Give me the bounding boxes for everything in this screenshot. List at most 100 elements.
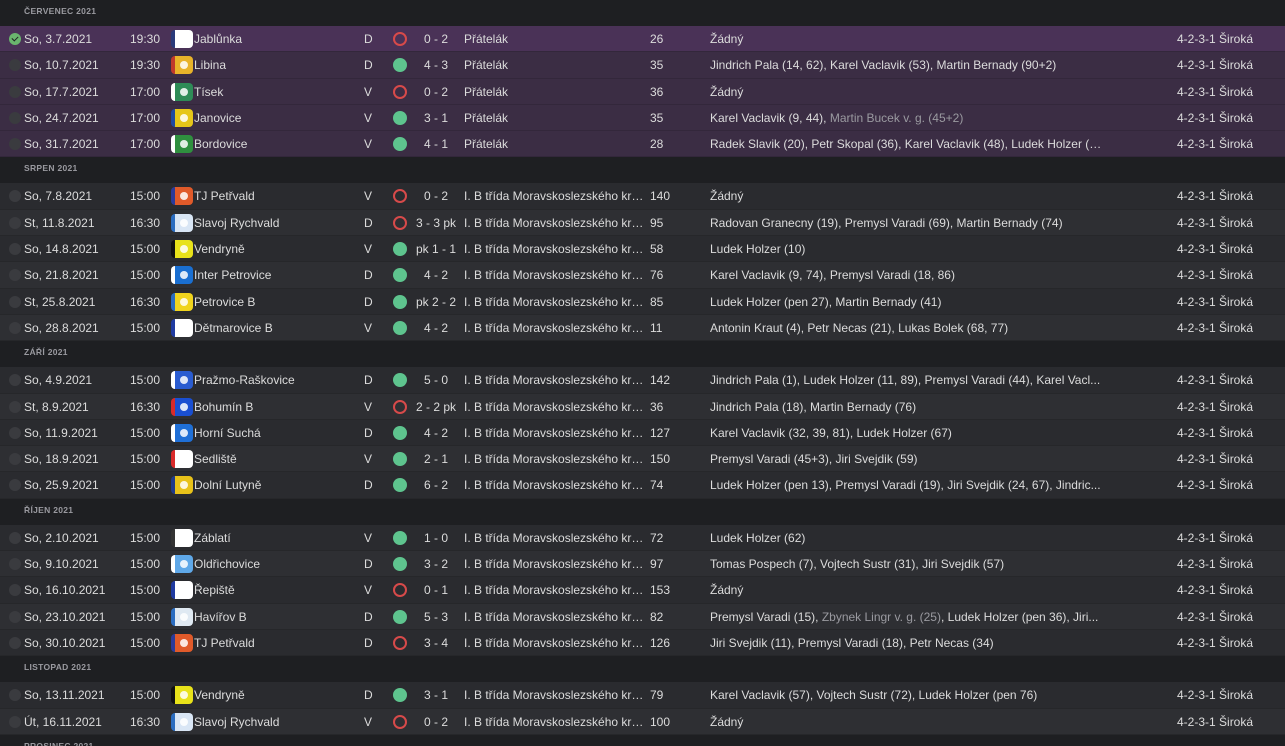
status-check-icon[interactable] xyxy=(9,400,21,413)
opponent-link[interactable]: TJ Petřvald xyxy=(194,183,359,209)
score-link[interactable]: 4 - 2 xyxy=(412,420,460,446)
score-link[interactable]: 4 - 2 xyxy=(412,262,460,288)
opponent-link[interactable]: Dětmarovice B xyxy=(194,315,359,341)
opponent-link[interactable]: Libina xyxy=(194,52,359,78)
competition-link[interactable]: I. B třída Moravskoslezského kra... xyxy=(464,236,648,262)
opponent-link[interactable]: Sedliště xyxy=(194,446,359,472)
competition-link[interactable]: Přátelák xyxy=(464,105,648,131)
competition-link[interactable]: I. B třída Moravskoslezského kra... xyxy=(464,210,648,236)
competition-link[interactable]: Přátelák xyxy=(464,52,648,78)
status-check-icon[interactable] xyxy=(9,243,21,256)
score-link[interactable]: 5 - 0 xyxy=(412,367,460,393)
opponent-link[interactable]: Vendryně xyxy=(194,236,359,262)
fixture-row[interactable]: Út, 16.11.2021 16:30 Slavoj Rychvald V 0 - 2… xyxy=(0,708,1285,735)
opponent-link[interactable]: Janovice xyxy=(194,105,359,131)
competition-link[interactable]: Přátelák xyxy=(464,79,648,105)
fixture-row[interactable]: So, 16.10.2021 15:00 Řepiště V 0 - 1 I. B tří… xyxy=(0,577,1285,604)
competition-link[interactable]: I. B třída Moravskoslezského kra... xyxy=(464,577,648,603)
score-link[interactable]: 0 - 2 xyxy=(412,709,460,735)
status-check-icon[interactable] xyxy=(9,269,21,282)
fixture-row[interactable]: So, 23.10.2021 15:00 Havířov B D 5 - 3 I. B t… xyxy=(0,603,1285,630)
fixture-row[interactable]: So, 17.7.2021 17:00 Tísek V 0 - 2 Přátelák 36 Ž… xyxy=(0,78,1285,105)
opponent-link[interactable]: Tísek xyxy=(194,79,359,105)
competition-link[interactable]: Přátelák xyxy=(464,26,648,52)
fixture-row[interactable]: So, 25.9.2021 15:00 Dolní Lutyně D 6 - 2 I. B… xyxy=(0,472,1285,499)
fixture-row[interactable]: St, 25.8.2021 16:30 Petrovice B Dpk 2 - 2 I.… xyxy=(0,288,1285,315)
status-check-icon[interactable] xyxy=(9,610,21,623)
score-link[interactable]: pk 2 - 2 xyxy=(412,289,460,315)
opponent-link[interactable]: Inter Petrovice xyxy=(194,262,359,288)
competition-link[interactable]: I. B třída Moravskoslezského kra... xyxy=(464,525,648,551)
competition-link[interactable]: I. B třída Moravskoslezského kra... xyxy=(464,420,648,446)
competition-link[interactable]: I. B třída Moravskoslezského kra... xyxy=(464,472,648,498)
opponent-link[interactable]: Záblatí xyxy=(194,525,359,551)
status-check-icon[interactable] xyxy=(9,558,21,571)
fixture-row[interactable]: St, 11.8.2021 16:30 Slavoj Rychvald D 3 - 3 … xyxy=(0,209,1285,237)
status-check-icon[interactable] xyxy=(9,59,21,72)
competition-link[interactable]: I. B třída Moravskoslezského kra... xyxy=(464,709,648,735)
status-check-icon[interactable] xyxy=(9,190,21,203)
score-link[interactable]: 2 - 1 xyxy=(412,446,460,472)
competition-link[interactable]: I. B třída Moravskoslezského kra... xyxy=(464,262,648,288)
score-link[interactable]: 0 - 1 xyxy=(412,577,460,603)
score-link[interactable]: 0 - 2 xyxy=(412,79,460,105)
opponent-link[interactable]: Oldřichovice xyxy=(194,551,359,577)
status-check-icon[interactable] xyxy=(9,584,21,597)
score-link[interactable]: 4 - 3 xyxy=(412,52,460,78)
status-check-icon[interactable] xyxy=(9,479,21,492)
competition-link[interactable]: I. B třída Moravskoslezského kra... xyxy=(464,367,648,393)
fixture-row[interactable]: So, 7.8.2021 15:00 TJ Petřvald V 0 - 2 I. B t… xyxy=(0,183,1285,210)
score-link[interactable]: 3 - 3 pk xyxy=(412,210,460,236)
fixture-row[interactable]: So, 3.7.2021 19:30 Jablůnka D 0 - 2 Přátelák 2… xyxy=(0,26,1285,53)
fixture-row[interactable]: So, 31.7.2021 17:00 Bordovice V 4 - 1 Přátelá… xyxy=(0,131,1285,158)
score-link[interactable]: 0 - 2 xyxy=(412,26,460,52)
score-link[interactable]: 4 - 1 xyxy=(412,131,460,157)
status-check-icon[interactable] xyxy=(9,295,21,308)
competition-link[interactable]: I. B třída Moravskoslezského kra... xyxy=(464,630,648,656)
status-check-icon[interactable] xyxy=(9,531,21,544)
opponent-link[interactable]: TJ Petřvald xyxy=(194,630,359,656)
score-link[interactable]: 3 - 1 xyxy=(412,682,460,708)
competition-link[interactable]: I. B třída Moravskoslezského kra... xyxy=(464,551,648,577)
fixture-row[interactable]: So, 11.9.2021 15:00 Horní Suchá D 4 - 2 I. B … xyxy=(0,419,1285,447)
opponent-link[interactable]: Řepiště xyxy=(194,577,359,603)
opponent-link[interactable]: Vendryně xyxy=(194,682,359,708)
score-link[interactable]: 1 - 0 xyxy=(412,525,460,551)
status-check-icon[interactable] xyxy=(9,85,21,98)
status-check-icon[interactable] xyxy=(9,216,21,229)
opponent-link[interactable]: Petrovice B xyxy=(194,289,359,315)
fixture-row[interactable]: So, 18.9.2021 15:00 Sedliště V 2 - 1 I. B tří… xyxy=(0,446,1285,473)
opponent-link[interactable]: Bohumín B xyxy=(194,394,359,420)
score-link[interactable]: 3 - 4 xyxy=(412,630,460,656)
competition-link[interactable]: I. B třída Moravskoslezského kra... xyxy=(464,446,648,472)
competition-link[interactable]: I. B třída Moravskoslezského kra... xyxy=(464,183,648,209)
score-link[interactable]: 0 - 2 xyxy=(412,183,460,209)
opponent-link[interactable]: Jablůnka xyxy=(194,26,359,52)
status-check-icon[interactable] xyxy=(9,426,21,439)
score-link[interactable]: 3 - 2 xyxy=(412,551,460,577)
fixture-row[interactable]: So, 14.8.2021 15:00 Vendryně Vpk 1 - 1 I. B … xyxy=(0,236,1285,263)
status-check-icon[interactable] xyxy=(9,111,21,124)
opponent-link[interactable]: Pražmo-Raškovice xyxy=(194,367,359,393)
fixture-row[interactable]: So, 28.8.2021 15:00 Dětmarovice B V 4 - 2 I. … xyxy=(0,314,1285,342)
score-link[interactable]: pk 1 - 1 xyxy=(412,236,460,262)
fixture-row[interactable]: So, 13.11.2021 15:00 Vendryně D 3 - 1 I. B tř… xyxy=(0,682,1285,709)
competition-link[interactable]: I. B třída Moravskoslezského kra... xyxy=(464,394,648,420)
score-link[interactable]: 5 - 3 xyxy=(412,604,460,630)
opponent-link[interactable]: Slavoj Rychvald xyxy=(194,709,359,735)
fixture-row[interactable]: So, 10.7.2021 19:30 Libina D 4 - 3 Přátelák 35… xyxy=(0,52,1285,79)
status-check-icon[interactable] xyxy=(9,33,21,45)
competition-link[interactable]: I. B třída Moravskoslezského kra... xyxy=(464,682,648,708)
score-link[interactable]: 3 - 1 xyxy=(412,105,460,131)
status-check-icon[interactable] xyxy=(9,715,21,728)
fixture-row[interactable]: So, 2.10.2021 15:00 Záblatí V 1 - 0 I. B tříd… xyxy=(0,524,1285,552)
competition-link[interactable]: I. B třída Moravskoslezského kra... xyxy=(464,315,648,341)
fixture-row[interactable]: So, 9.10.2021 15:00 Oldřichovice D 3 - 2 I. B… xyxy=(0,551,1285,578)
competition-link[interactable]: I. B třída Moravskoslezského kra... xyxy=(464,604,648,630)
fixture-row[interactable]: St, 8.9.2021 16:30 Bohumín B V 2 - 2 pk I. B … xyxy=(0,393,1285,420)
opponent-link[interactable]: Dolní Lutyně xyxy=(194,472,359,498)
opponent-link[interactable]: Bordovice xyxy=(194,131,359,157)
status-check-icon[interactable] xyxy=(9,453,21,466)
competition-link[interactable]: Přátelák xyxy=(464,131,648,157)
status-check-icon[interactable] xyxy=(9,321,21,334)
